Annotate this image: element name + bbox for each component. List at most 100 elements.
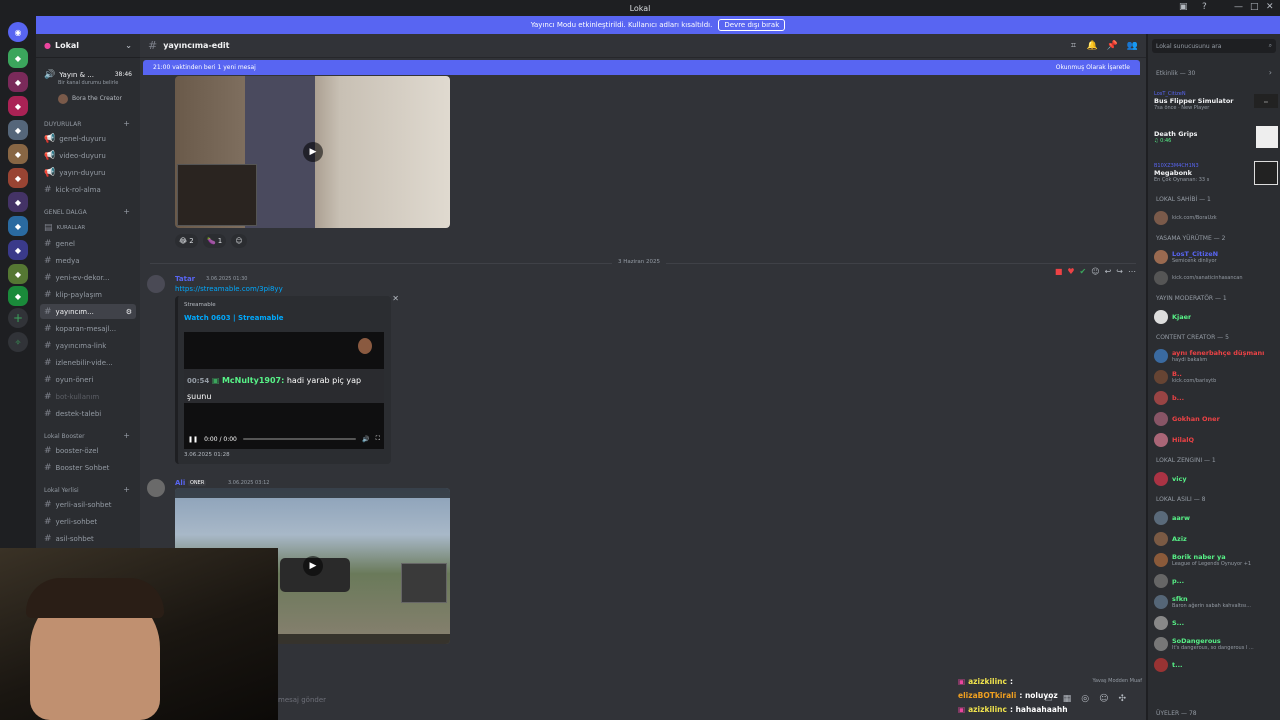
server-icon[interactable]: ◆ (8, 144, 28, 164)
add-reaction-icon[interactable]: ☺ (1091, 267, 1099, 276)
server-icon[interactable]: ◆ (8, 72, 28, 92)
channel-klip-paylasim[interactable]: # klip-paylaşım (40, 287, 136, 302)
category-lokal-booster[interactable]: Lokal Booster (44, 433, 85, 440)
threads-icon[interactable]: ⌗ (1071, 41, 1076, 51)
add-reaction-icon[interactable]: ☺ (231, 234, 247, 248)
settings-gear-icon[interactable]: ⚙ (126, 308, 132, 316)
reply-icon[interactable]: ↩ (1105, 267, 1112, 276)
disable-streamer-mode-button[interactable]: Devre dışı bırak (718, 19, 786, 31)
server-icon[interactable]: ◆ (8, 168, 28, 188)
video-player[interactable]: 00:54 ▣ McNulty1907: hadi yarab piç yap … (184, 332, 384, 449)
channel-yayincima-link[interactable]: # yayıncıma-link (40, 338, 136, 353)
bell-icon[interactable]: 🔔 (1087, 41, 1098, 51)
member-item[interactable]: b... (1154, 388, 1278, 408)
video-thumbnail[interactable]: ▶ (175, 76, 450, 228)
pin-icon[interactable]: 📌 (1107, 41, 1118, 51)
member-item[interactable]: Aziz (1154, 529, 1278, 549)
help-icon[interactable]: ? (1202, 2, 1207, 12)
member-item[interactable]: aynı fenerbahçe düşmanı haydi bakalım (1154, 346, 1278, 366)
message-author[interactable]: Ali (175, 479, 185, 487)
member-item[interactable]: LosT_CitizeN Semicenk dinliyor (1154, 247, 1278, 267)
minimize-button[interactable]: — (1234, 2, 1243, 12)
activity-card[interactable]: B10XZ3M4CH1N3 Megabonk En Çok Oynanan: 33 … (1154, 158, 1278, 188)
voice-user[interactable]: Bora the Creator (54, 91, 136, 106)
member-item[interactable]: vicy (1154, 469, 1278, 489)
channel-kick-rol-alma[interactable]: # kick-rol-alma (40, 182, 136, 197)
activity-card[interactable]: LosT_CitizeN Bus Flipper Simulator 7sa önc… (1154, 86, 1278, 116)
embed-provider[interactable]: Streamable (184, 302, 216, 308)
member-item[interactable]: B.. kick.com/barisytb (1154, 367, 1278, 387)
reaction-icon[interactable]: ■ (1055, 267, 1063, 276)
seek-bar[interactable] (242, 438, 357, 440)
member-item[interactable]: Gokhan Oner (1154, 409, 1278, 429)
inbox-icon[interactable]: ▣ (1179, 2, 1188, 12)
channel-medya[interactable]: # medya (40, 253, 136, 268)
channel-yerli-sohbet[interactable]: # yerli-sohbet (40, 514, 136, 529)
volume-icon[interactable]: 🔊 (362, 436, 369, 443)
member-item[interactable]: sfkn Baron ağerin sabah kahvaltısı... (1154, 592, 1278, 612)
chevron-down-icon[interactable]: ⌄ (125, 41, 132, 50)
category-duyurular[interactable]: DUYURULAR (44, 121, 81, 128)
server-icon[interactable]: ◆ (8, 120, 28, 140)
member-item[interactable]: p... (1154, 571, 1278, 591)
channel-yayin-duyuru[interactable]: 📢 yayın-duyuru (40, 165, 136, 180)
search-input[interactable]: Lokal sunucusunu ara ⌕ (1152, 39, 1276, 53)
member-item[interactable]: kick.com/BoraUzk (1154, 208, 1278, 228)
channel-yeni-ev-dekor[interactable]: # yeni-ev-dekor... (40, 270, 136, 285)
more-icon[interactable]: ⋯ (1128, 267, 1136, 276)
channel-izlenebilir-video[interactable]: # izlenebilir-vide... (40, 355, 136, 370)
add-channel-icon[interactable]: + (123, 207, 130, 216)
category-genel-dalga[interactable]: GENEL DALGA (44, 209, 87, 216)
add-channel-icon[interactable]: + (123, 431, 130, 440)
channel-booster-ozel[interactable]: # booster-özel (40, 443, 136, 458)
reaction-button[interactable]: 😂 2 (175, 234, 198, 248)
new-messages-bar[interactable]: 21:00 vaktinden beri 1 yeni mesaj Okunmu… (143, 60, 1140, 75)
channel-genel-duyuru[interactable]: 📢 genel-duyuru (40, 131, 136, 146)
message-author[interactable]: Tatar (175, 275, 195, 283)
server-icon[interactable]: ◆ (8, 240, 28, 260)
channel-bot-kullanim[interactable]: # bot-kullanım (40, 389, 136, 404)
check-icon[interactable]: ✔ (1080, 267, 1087, 276)
member-item[interactable]: SoDangerous It's dangerous, so dangerous … (1154, 634, 1278, 654)
server-icon[interactable]: ◆ (8, 216, 28, 236)
member-item[interactable]: S... (1154, 613, 1278, 633)
forward-icon[interactable]: ↪ (1116, 267, 1123, 276)
category-lokal-yerlisi[interactable]: Lokal Yerlisi (44, 487, 79, 494)
member-item[interactable]: HilalQ (1154, 430, 1278, 450)
voice-status[interactable]: Bir kanal durumu belirle (58, 80, 118, 86)
member-item[interactable]: Borik naber ya League of Legends Oynuyor … (1154, 550, 1278, 570)
activity-header[interactable]: Etkinlik — 30 (1156, 70, 1195, 77)
heart-icon[interactable]: ♥ (1067, 267, 1074, 276)
fullscreen-icon[interactable]: ⛶ (376, 435, 380, 443)
add-channel-icon[interactable]: + (123, 485, 130, 494)
add-channel-icon[interactable]: + (123, 119, 130, 128)
members-icon[interactable]: 👥 (1127, 41, 1138, 51)
server-icon[interactable]: ◆ (8, 286, 28, 306)
chevron-right-icon[interactable]: › (1269, 68, 1272, 77)
server-icon[interactable]: ◆ (8, 264, 28, 284)
channel-booster-sohbet[interactable]: # Booster Sohbet (40, 460, 136, 475)
add-server-icon[interactable]: + (8, 308, 28, 328)
pause-icon[interactable]: ❚❚ (188, 436, 198, 443)
member-item[interactable]: t... (1154, 655, 1278, 675)
member-item[interactable]: kick.com/sanaticinhasancan (1154, 268, 1278, 288)
member-item[interactable]: Kjaer (1154, 307, 1278, 327)
play-icon[interactable]: ▶ (303, 556, 323, 576)
channel-genel[interactable]: # genel (40, 236, 136, 251)
channel-video-duyuru[interactable]: 📢 video-duyuru (40, 148, 136, 163)
message-link[interactable]: https://streamable.com/3pi8yy (175, 285, 283, 293)
reaction-button[interactable]: 🍆 1 (203, 234, 227, 248)
play-icon[interactable]: ▶ (303, 142, 323, 162)
maximize-button[interactable]: □ (1250, 2, 1259, 12)
mark-read-button[interactable]: Okunmuş Olarak İşaretle (1056, 64, 1130, 71)
member-item[interactable]: aarw (1154, 508, 1278, 528)
discord-home-icon[interactable]: ◉ (8, 22, 28, 42)
channel-destek-talebi[interactable]: # destek-talebi (40, 406, 136, 421)
avatar[interactable] (147, 479, 165, 497)
channel-koparan-mesajlar[interactable]: # koparan-mesajl... (40, 321, 136, 336)
close-icon[interactable]: ✕ (392, 294, 399, 303)
activity-card[interactable]: Death Grips ♫ 0:46 (1154, 122, 1278, 152)
avatar[interactable] (147, 275, 165, 293)
server-header[interactable]: ● Lokal ⌄ (36, 34, 140, 58)
channel-yayincima-edit[interactable]: # yayıncım... ⚙ (40, 304, 136, 319)
